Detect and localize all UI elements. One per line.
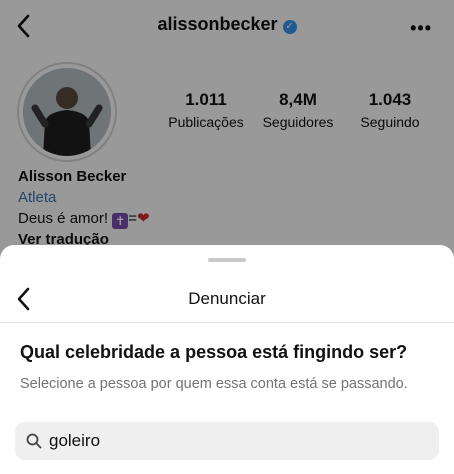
search-bar[interactable] [15,422,439,460]
report-question: Qual celebridade a pessoa está fingindo … [20,342,408,362]
report-hint: Selecione a pessoa por quem essa conta e… [20,376,408,392]
sheet-title: Denunciar [188,289,266,308]
search-icon [25,432,43,450]
search-input[interactable] [49,431,429,451]
sheet-grabber[interactable] [208,258,246,262]
divider [0,322,454,323]
report-sheet: Denunciar Qual celebridade a pessoa está… [0,245,454,474]
